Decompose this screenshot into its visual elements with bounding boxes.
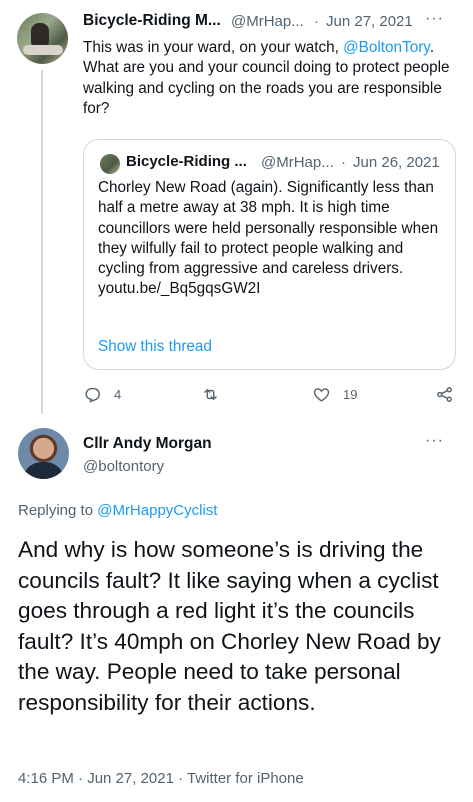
separator-dot: · [314, 13, 319, 30]
retweet-button[interactable] [201, 385, 232, 404]
quoted-text: Chorley New Road (again). Significantly … [98, 179, 439, 278]
parent-display-name[interactable]: Bicycle-Riding M... [83, 12, 221, 30]
quoted-avatar [100, 154, 120, 174]
parent-text-before: This was in your ward, on your watch, [83, 39, 344, 56]
mention-link[interactable]: @BoltonTory [343, 39, 430, 56]
more-options-icon[interactable]: ··· [425, 432, 444, 450]
avatar[interactable] [17, 13, 68, 64]
quoted-display-name: Bicycle-Riding ... [126, 153, 247, 170]
reply-button[interactable]: 4 [83, 385, 121, 404]
main-handle[interactable]: @boltontory [83, 458, 164, 475]
tweet-timestamp[interactable]: 4:16 PM · Jun 27, 2021 · Twitter for iPh… [18, 770, 304, 787]
share-button[interactable] [435, 385, 454, 404]
like-button[interactable]: 19 [312, 385, 357, 404]
more-options-icon[interactable]: ··· [425, 10, 444, 28]
show-thread-link[interactable]: Show this thread [98, 338, 212, 356]
quoted-separator: · [341, 154, 346, 171]
replying-handle-link[interactable]: @MrHappyCyclist [97, 502, 217, 519]
thread-connector-line [41, 70, 43, 414]
quoted-date: Jun 26, 2021 [353, 154, 440, 171]
heart-icon [313, 388, 330, 402]
retweet-icon [204, 389, 217, 400]
reply-count: 4 [114, 387, 122, 402]
reply-icon [85, 387, 100, 403]
avatar[interactable] [18, 428, 69, 479]
parent-tweet-text: This was in your ward, on your watch, @B… [83, 38, 458, 119]
share-icon [437, 387, 452, 402]
main-display-name[interactable]: Cllr Andy Morgan [83, 435, 212, 453]
quoted-handle: @MrHap... [261, 154, 334, 171]
like-count: 19 [343, 387, 358, 402]
replying-to: Replying to @MrHappyCyclist [18, 502, 217, 519]
main-tweet-text: And why is how someone’s is driving the … [18, 537, 441, 715]
replying-prefix: Replying to [18, 502, 98, 519]
quoted-link[interactable]: youtu.be/_Bq5gqsGW2I [98, 280, 260, 297]
parent-handle[interactable]: @MrHap... [231, 13, 304, 30]
parent-date[interactable]: Jun 27, 2021 [326, 13, 413, 30]
quoted-tweet-text: Chorley New Road (again). Significantly … [98, 178, 448, 300]
